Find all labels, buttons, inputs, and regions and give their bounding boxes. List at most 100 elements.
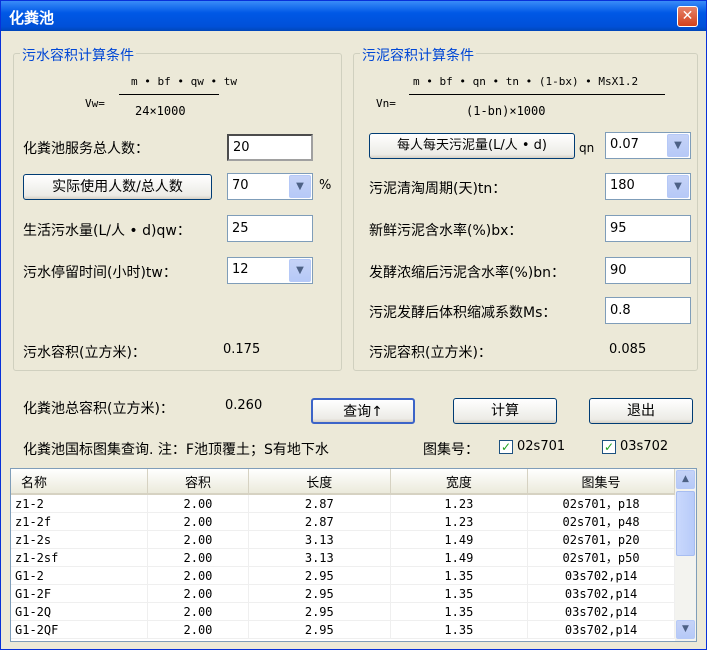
table-row[interactable]: z1-2sf 2.00 3.13 1.49 02s701，p50 bbox=[11, 548, 675, 567]
cell-atlas: 03s702,p14 bbox=[527, 584, 675, 603]
cell-width: 1.35 bbox=[390, 584, 529, 603]
atlas-03s702-label: 03s702 bbox=[620, 439, 669, 454]
cell-length: 3.13 bbox=[248, 548, 391, 567]
qw-input[interactable] bbox=[227, 215, 313, 242]
table-scrollbar[interactable]: ▲ ▼ bbox=[675, 469, 696, 641]
arrow-up-icon[interactable]: ▲ bbox=[676, 470, 695, 489]
bx-label: 新鲜污泥含水率(%)bx： bbox=[369, 223, 523, 239]
cell-width: 1.35 bbox=[390, 566, 529, 585]
tn-value: 180 bbox=[610, 178, 635, 193]
cell-name: z1-2s bbox=[11, 530, 148, 549]
cell-volume: 2.00 bbox=[147, 620, 249, 639]
cell-volume: 2.00 bbox=[147, 494, 249, 513]
sludge-formula-bar bbox=[409, 94, 665, 95]
calculate-button[interactable]: 计算 bbox=[453, 398, 557, 424]
qn-select[interactable]: 0.07 ▼ bbox=[605, 132, 691, 159]
cell-length: 2.95 bbox=[248, 566, 391, 585]
table-row[interactable]: z1-2s 2.00 3.13 1.49 02s701，p20 bbox=[11, 530, 675, 549]
atlas-note: 化粪池国标图集查询. 注：F池顶覆土；S有地下水 bbox=[23, 442, 329, 458]
tw-select[interactable]: 12 ▼ bbox=[227, 257, 313, 284]
qw-label: 生活污水量(L/人 • d)qw： bbox=[23, 223, 191, 239]
tn-select[interactable]: 180 ▼ bbox=[605, 173, 691, 200]
cell-name: G1-2 bbox=[11, 566, 148, 585]
cell-length: 2.95 bbox=[248, 602, 391, 621]
sludge-formula-denominator: (1-bn)×1000 bbox=[466, 104, 546, 118]
cell-width: 1.23 bbox=[390, 494, 529, 513]
cell-volume: 2.00 bbox=[147, 602, 249, 621]
close-icon: ✕ bbox=[681, 8, 694, 24]
query-button[interactable]: 查询↑ bbox=[311, 398, 415, 424]
cell-length: 2.87 bbox=[248, 512, 391, 531]
col-header-width[interactable]: 宽度 bbox=[390, 469, 529, 495]
title-bar[interactable]: 化粪池 ✕ bbox=[1, 1, 706, 31]
cell-name: G1-2QF bbox=[11, 620, 148, 639]
cell-width: 1.49 bbox=[390, 548, 529, 567]
atlas-02s701-checkbox[interactable]: ✓ bbox=[499, 440, 513, 454]
ratio-button[interactable]: 实际使用人数/总人数 bbox=[23, 174, 212, 200]
cell-volume: 2.00 bbox=[147, 584, 249, 603]
cell-volume: 2.00 bbox=[147, 548, 249, 567]
col-header-length[interactable]: 长度 bbox=[248, 469, 391, 495]
ms-label: 污泥发酵后体积缩减系数Ms： bbox=[369, 305, 557, 321]
sludge-formula-lhs: Vn= bbox=[376, 97, 396, 110]
cell-width: 1.35 bbox=[390, 620, 529, 639]
chevron-down-icon[interactable]: ▼ bbox=[667, 175, 689, 198]
cell-volume: 2.00 bbox=[147, 566, 249, 585]
sewage-volume-label: 污水容积(立方米)： bbox=[23, 345, 146, 361]
cell-width: 1.49 bbox=[390, 530, 529, 549]
cell-length: 2.87 bbox=[248, 494, 391, 513]
main-window: 化粪池 ✕ 污水容积计算条件 Vw= m • bf • qw • tw 24×1… bbox=[0, 0, 707, 650]
atlas-03s702-checkbox[interactable]: ✓ bbox=[602, 440, 616, 454]
ratio-select[interactable]: 70 ▼ bbox=[227, 173, 313, 200]
table-row[interactable]: G1-2Q 2.00 2.95 1.35 03s702,p14 bbox=[11, 602, 675, 621]
cell-length: 2.95 bbox=[248, 584, 391, 603]
qn-button[interactable]: 每人每天污泥量(L/人 • d) bbox=[369, 133, 575, 159]
bx-input[interactable] bbox=[605, 215, 691, 242]
sewage-volume-value: 0.175 bbox=[223, 342, 261, 357]
col-header-atlas[interactable]: 图集号 bbox=[527, 469, 675, 495]
qn-value: 0.07 bbox=[610, 137, 639, 152]
sewage-group: 污水容积计算条件 bbox=[13, 45, 342, 371]
table-row[interactable]: G1-2F 2.00 2.95 1.35 03s702,p14 bbox=[11, 584, 675, 603]
sewage-formula-numerator: m • bf • qw • tw bbox=[131, 75, 237, 88]
sewage-formula-denominator: 24×1000 bbox=[135, 104, 186, 118]
ratio-value: 70 bbox=[232, 178, 249, 193]
ms-input[interactable] bbox=[605, 297, 691, 324]
atlas-table[interactable]: 名称 容积 长度 宽度 图集号 z1-2 2.00 2.87 1.23 02s701，p… bbox=[10, 468, 697, 642]
cell-atlas: 03s702,p14 bbox=[527, 620, 675, 639]
sludge-group-title: 污泥容积计算条件 bbox=[360, 45, 476, 65]
cell-atlas: 02s701，p50 bbox=[527, 548, 675, 567]
cell-name: G1-2F bbox=[11, 584, 148, 603]
scrollbar-thumb[interactable] bbox=[676, 491, 695, 556]
people-label: 化粪池服务总人数： bbox=[23, 141, 149, 157]
chevron-down-icon[interactable]: ▼ bbox=[289, 259, 311, 282]
cell-name: z1-2 bbox=[11, 494, 148, 513]
cell-atlas: 03s702,p14 bbox=[527, 566, 675, 585]
exit-button[interactable]: 退出 bbox=[589, 398, 693, 424]
people-input[interactable] bbox=[227, 134, 313, 161]
cell-length: 2.95 bbox=[248, 620, 391, 639]
atlas-02s701-label: 02s701 bbox=[517, 439, 566, 454]
qn-suffix: qn bbox=[579, 141, 595, 155]
table-row[interactable]: G1-2QF 2.00 2.95 1.35 03s702,p14 bbox=[11, 620, 675, 639]
chevron-down-icon[interactable]: ▼ bbox=[667, 134, 689, 157]
cell-width: 1.35 bbox=[390, 602, 529, 621]
col-header-name[interactable]: 名称 bbox=[11, 469, 148, 495]
close-button[interactable]: ✕ bbox=[677, 6, 698, 27]
arrow-down-icon[interactable]: ▼ bbox=[676, 620, 695, 639]
chevron-down-icon[interactable]: ▼ bbox=[289, 175, 311, 198]
tw-value: 12 bbox=[232, 262, 249, 277]
sewage-formula-lhs: Vw= bbox=[85, 97, 105, 110]
table-row[interactable]: G1-2 2.00 2.95 1.35 03s702,p14 bbox=[11, 566, 675, 585]
table-row[interactable]: z1-2f 2.00 2.87 1.23 02s701，p48 bbox=[11, 512, 675, 531]
total-volume-label: 化粪池总容积(立方米)： bbox=[23, 401, 174, 417]
atlas-label: 图集号： bbox=[423, 442, 479, 458]
sludge-volume-label: 污泥容积(立方米)： bbox=[369, 345, 492, 361]
total-volume-value: 0.260 bbox=[225, 398, 263, 413]
cell-volume: 2.00 bbox=[147, 530, 249, 549]
table-row[interactable]: z1-2 2.00 2.87 1.23 02s701，p18 bbox=[11, 494, 675, 513]
bn-input[interactable] bbox=[605, 257, 691, 284]
cell-name: G1-2Q bbox=[11, 602, 148, 621]
col-header-volume[interactable]: 容积 bbox=[147, 469, 249, 495]
cell-name: z1-2f bbox=[11, 512, 148, 531]
